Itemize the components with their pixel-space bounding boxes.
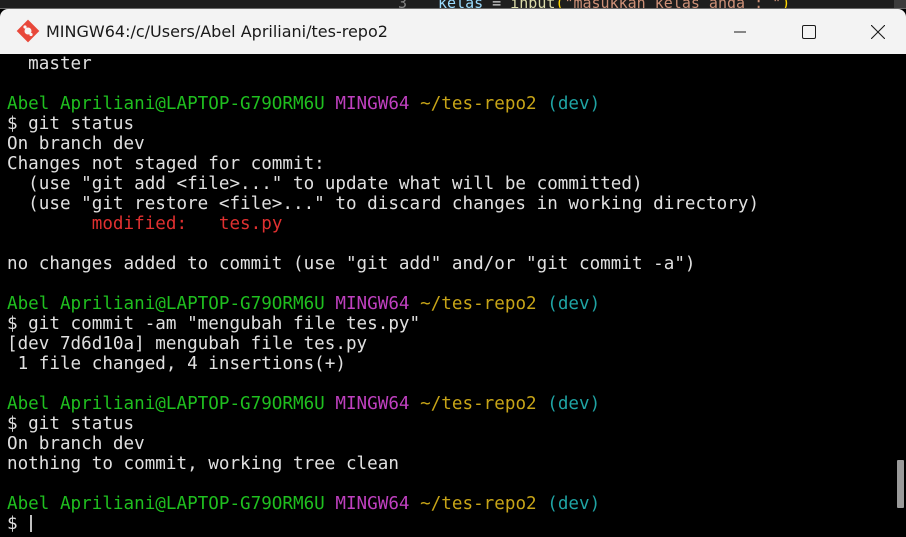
command-line: $ git status [7,414,135,434]
output-line: master [7,54,92,74]
command-line: $ git status [7,114,135,134]
prompt-path: ~/tes-repo2 [420,394,537,414]
shell-prompt: Abel Apriliani@LAPTOP-G79ORM6U MINGW64 ~… [7,394,600,414]
input-line[interactable]: $ [7,514,33,534]
shell-prompt: Abel Apriliani@LAPTOP-G79ORM6U MINGW64 ~… [7,94,600,114]
prompt-user-host: Abel Apriliani@LAPTOP-G79ORM6U [7,94,325,114]
prompt-env: MINGW64 [335,294,410,314]
output-line: (use "git restore <file>..." to discard … [7,194,760,214]
close-icon [871,24,885,39]
text-cursor [30,515,33,532]
title-bar[interactable]: MINGW64:/c/Users/Abel Apriliani/tes-repo… [0,9,906,54]
prompt-user-host: Abel Apriliani@LAPTOP-G79ORM6U [7,294,325,314]
terminal-output[interactable]: master Abel Apriliani@LAPTOP-G79ORM6U MI… [0,54,893,537]
close-button[interactable] [842,9,906,54]
prompt-path: ~/tes-repo2 [420,294,537,314]
output-line: Changes not staged for commit: [7,154,325,174]
prompt-user-host: Abel Apriliani@LAPTOP-G79ORM6U [7,494,325,514]
modified-file-line: modified: tes.py [7,214,283,234]
shell-prompt: Abel Apriliani@LAPTOP-G79ORM6U MINGW64 ~… [7,494,600,514]
shell-prompt: Abel Apriliani@LAPTOP-G79ORM6U MINGW64 ~… [7,294,600,314]
prompt-user-host: Abel Apriliani@LAPTOP-G79ORM6U [7,394,325,414]
terminal-window: MINGW64:/c/Users/Abel Apriliani/tes-repo… [0,8,906,537]
output-line: On branch dev [7,434,145,454]
minimize-button[interactable] [704,9,776,54]
scrollbar[interactable] [893,54,906,537]
prompt-env: MINGW64 [335,394,410,414]
scrollbar-thumb[interactable] [897,460,904,508]
output-line: no changes added to commit (use "git add… [7,254,696,274]
prompt-env: MINGW64 [335,494,410,514]
output-line: (use "git add <file>..." to update what … [7,174,643,194]
git-icon [16,19,40,43]
window-title: MINGW64:/c/Users/Abel Apriliani/tes-repo… [46,22,388,41]
minimize-icon [734,31,746,32]
prompt-branch: (dev) [547,94,601,114]
prompt-env: MINGW64 [335,94,410,114]
prompt-path: ~/tes-repo2 [420,94,537,114]
prompt-path: ~/tes-repo2 [420,494,537,514]
output-line: nothing to commit, working tree clean [7,454,399,474]
output-line: On branch dev [7,134,145,154]
maximize-button[interactable] [773,9,845,54]
prompt-branch: (dev) [547,294,601,314]
maximize-icon [802,24,816,39]
modified-status: modified: tes.py [91,214,283,234]
prompt-symbol: $ [7,514,29,534]
output-line: 1 file changed, 4 insertions(+) [7,354,346,374]
command-line: $ git commit -am "mengubah file tes.py" [7,314,421,334]
prompt-branch: (dev) [547,394,601,414]
output-line: [dev 7d6d10a] mengubah file tes.py [7,334,368,354]
prompt-branch: (dev) [547,494,601,514]
